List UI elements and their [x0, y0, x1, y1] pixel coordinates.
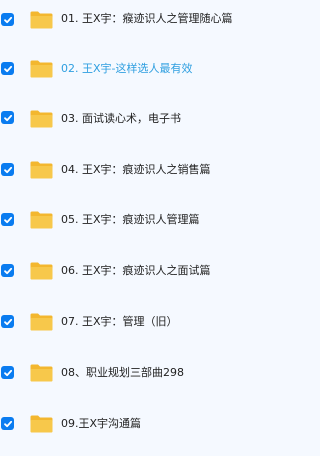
file-label[interactable]: 06. 王X宇：痕迹识人之面试篇	[61, 264, 211, 278]
checkbox-icon[interactable]	[1, 366, 14, 379]
folder-icon	[29, 362, 54, 383]
checkbox-icon[interactable]	[1, 111, 14, 124]
folder-icon	[29, 9, 54, 30]
file-label[interactable]: 08、职业规划三部曲298	[61, 366, 184, 380]
checkbox-icon[interactable]	[1, 264, 14, 277]
list-item[interactable]: 03. 面试读心术，电子书	[0, 99, 316, 139]
list-item[interactable]: 06. 王X宇：痕迹识人之面试篇	[0, 251, 316, 291]
list-item[interactable]: 02. 王X宇-这样选人最有效	[0, 49, 316, 89]
folder-icon	[29, 58, 54, 79]
list-item[interactable]: 09.王X宇沟通篇	[0, 404, 316, 444]
file-label[interactable]: 03. 面试读心术，电子书	[61, 112, 181, 126]
checkbox-icon[interactable]	[1, 213, 14, 226]
file-list: 01. 王X宇：瘊迹识人之管理随心篇 02. 王X宇-这样选人最有效 03. 面…	[0, 0, 316, 456]
folder-icon	[29, 311, 54, 332]
checkbox-icon[interactable]	[1, 62, 14, 75]
file-label[interactable]: 04. 王X宇：痕迹识人之销售篇	[61, 163, 211, 177]
file-label[interactable]: 07. 王X宇：管理（旧）	[61, 315, 178, 329]
checkbox-icon[interactable]	[1, 417, 14, 430]
list-item[interactable]: 07. 王X宇：管理（旧）	[0, 302, 316, 342]
checkbox-icon[interactable]	[1, 315, 14, 328]
list-item[interactable]: 05. 王X宇：痕迹识人管理篇	[0, 200, 316, 240]
list-item[interactable]: 01. 王X宇：瘊迹识人之管理随心篇	[0, 0, 316, 40]
file-label[interactable]: 01. 王X宇：瘊迹识人之管理随心篇	[61, 12, 233, 26]
checkbox-icon[interactable]	[1, 13, 14, 26]
file-label[interactable]: 05. 王X宇：痕迹识人管理篇	[61, 213, 200, 227]
list-item[interactable]: 04. 王X宇：痕迹识人之销售篇	[0, 150, 316, 190]
folder-icon	[29, 209, 54, 230]
file-label[interactable]: 02. 王X宇-这样选人最有效	[61, 62, 193, 76]
file-label[interactable]: 09.王X宇沟通篇	[61, 417, 141, 431]
folder-icon	[29, 260, 54, 281]
folder-icon	[29, 108, 54, 129]
list-item[interactable]: 08、职业规划三部曲298	[0, 353, 316, 393]
checkbox-icon[interactable]	[1, 163, 14, 176]
folder-icon	[29, 413, 54, 434]
folder-icon	[29, 159, 54, 180]
